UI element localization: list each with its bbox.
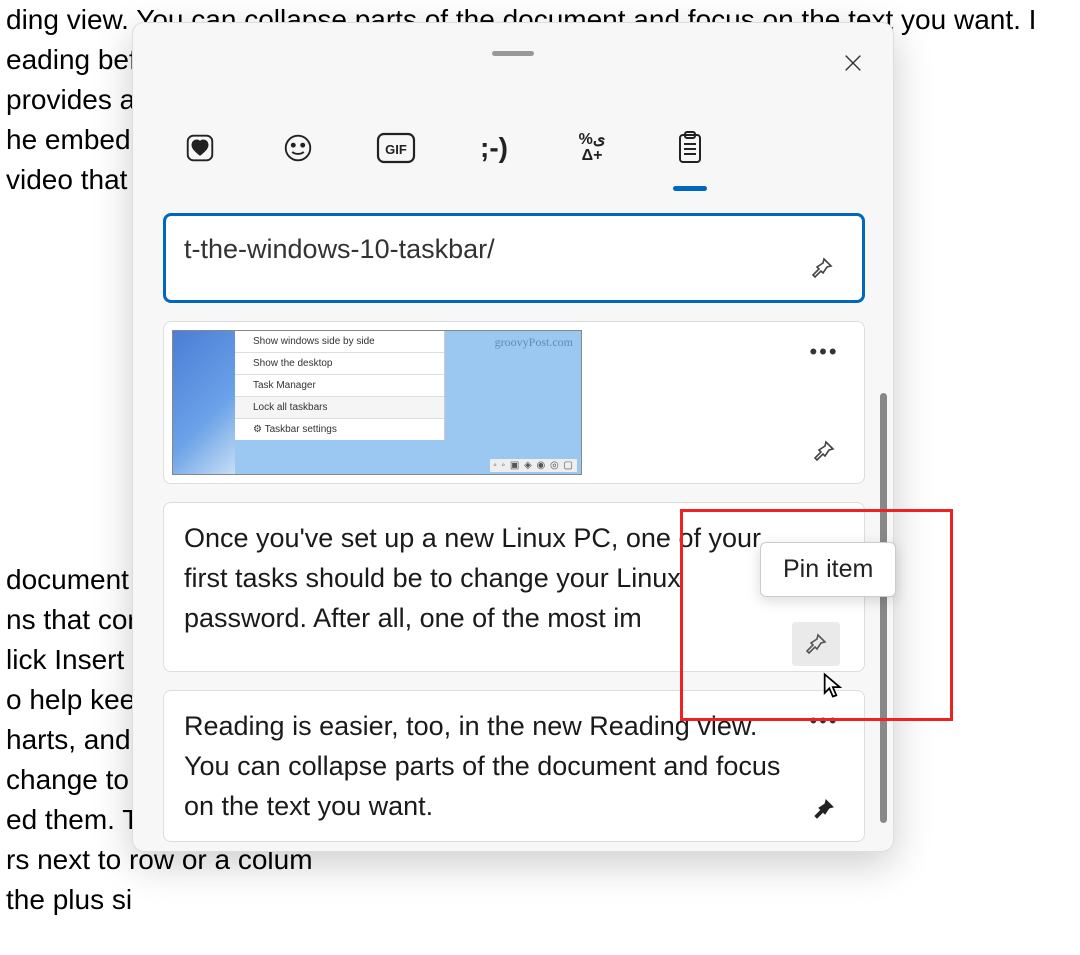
clipboard-text-content: Reading is easier, too, in the new Readi… <box>184 706 784 826</box>
gif-tab[interactable]: GIF <box>371 123 421 173</box>
pin-button-hover[interactable] <box>792 622 840 666</box>
pin-button[interactable] <box>802 250 842 290</box>
watermark-text: groovyPost.com <box>495 335 573 350</box>
clipboard-tab[interactable] <box>665 123 715 173</box>
pin-tooltip: Pin item <box>760 542 896 597</box>
clipboard-text-content: Once you've set up a new Linux PC, one o… <box>184 518 784 638</box>
more-button[interactable]: ••• <box>804 701 844 741</box>
mouse-cursor <box>820 672 848 705</box>
more-button[interactable]: ••• <box>804 332 844 372</box>
drag-handle[interactable] <box>492 51 534 56</box>
scrollbar[interactable] <box>880 393 887 823</box>
tab-bar: GIF ;-) %ﻯ Δ+ <box>175 123 715 173</box>
close-button[interactable] <box>833 43 873 83</box>
emoji-tab[interactable] <box>273 123 323 173</box>
heart-icon <box>183 131 217 165</box>
clipboard-icon <box>675 130 705 166</box>
pin-filled-icon <box>812 797 836 821</box>
close-icon <box>842 52 864 74</box>
symbols-tab[interactable]: %ﻯ Δ+ <box>567 123 617 173</box>
pin-icon <box>804 632 828 656</box>
clipboard-item-text-reading[interactable]: Reading is easier, too, in the new Readi… <box>163 690 865 842</box>
favorites-tab[interactable] <box>175 123 225 173</box>
clipboard-url-text: t-the-windows-10-taskbar/ <box>184 229 784 270</box>
clipboard-item-list: t-the-windows-10-taskbar/ Show windows s… <box>163 213 865 843</box>
more-icon: ••• <box>809 339 838 365</box>
gif-icon: GIF <box>376 132 416 164</box>
clipboard-item-url[interactable]: t-the-windows-10-taskbar/ <box>163 213 865 303</box>
scrollbar-thumb[interactable] <box>880 393 887 823</box>
clipboard-image-thumbnail: Show windows side by side Show the deskt… <box>172 330 582 475</box>
svg-text:GIF: GIF <box>385 142 407 157</box>
clipboard-item-image[interactable]: Show windows side by side Show the deskt… <box>163 321 865 484</box>
emoji-icon <box>281 131 315 165</box>
pin-icon <box>810 256 834 280</box>
kaomoji-icon: ;-) <box>480 132 508 164</box>
pin-button[interactable] <box>804 433 844 473</box>
kaomoji-tab[interactable]: ;-) <box>469 123 519 173</box>
pin-icon <box>812 439 836 463</box>
pin-button[interactable] <box>804 791 844 831</box>
clipboard-panel: GIF ;-) %ﻯ Δ+ t-the-windows-10-taskbar/ <box>132 22 894 852</box>
more-icon: ••• <box>809 708 838 734</box>
tray-icons: ◦ ◦ ▣ ◈ ◉ ◎ ▢ <box>490 459 577 472</box>
symbols-icon: %ﻯ Δ+ <box>579 132 606 164</box>
